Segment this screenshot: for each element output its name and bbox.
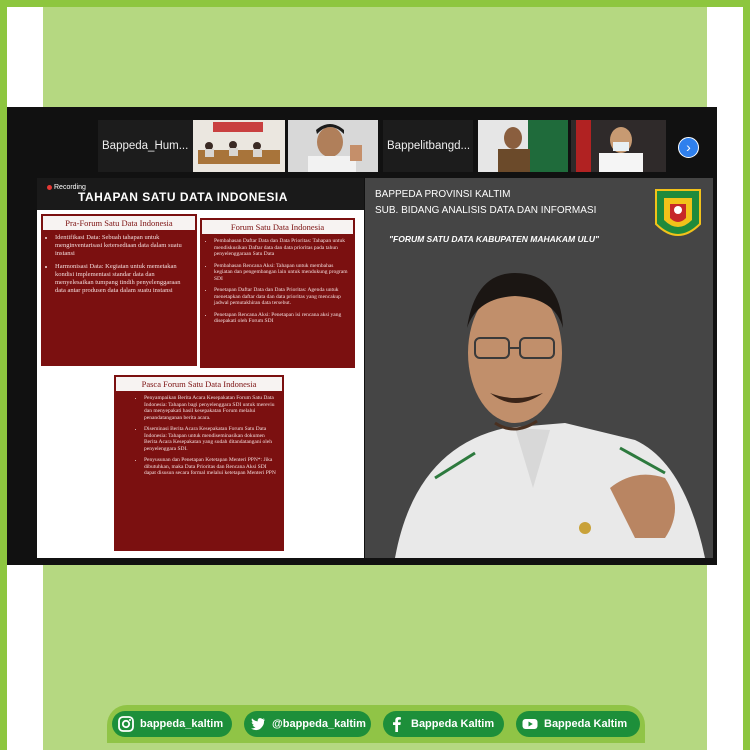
speaker-figure [395, 273, 705, 558]
twitter-handle: @bappeda_kaltim [272, 718, 366, 730]
pra-forum-item: Identifikasi Data: Sebuah tahapan untuk … [55, 234, 191, 258]
forum-box: Forum Satu Data Indonesia Pembahasan Daf… [200, 218, 355, 368]
shared-slide: Recording TAHAPAN SATU DATA INDONESIA Pr… [37, 178, 364, 558]
twitter-link[interactable]: @bappeda_kaltim [244, 711, 371, 737]
facebook-icon [393, 717, 401, 732]
facebook-link[interactable]: Bappeda Kaltim [383, 711, 504, 737]
forum-item: Penetapan Rencana Aksi: Penetapan isi re… [214, 312, 349, 325]
participant-video[interactable] [288, 120, 378, 172]
pra-forum-item: Harmonisasi Data: Kegiatan untuk memetak… [55, 263, 191, 295]
pra-forum-title: Pra-Forum Satu Data Indonesia [43, 216, 195, 230]
participant-tile[interactable]: Bappeda_Hum... [98, 120, 193, 172]
participant-name: Bappelitbangd... [387, 140, 471, 152]
forum-title: Forum Satu Data Indonesia [202, 220, 353, 234]
participant-name: Bappeda_Hum... [102, 140, 189, 152]
pasca-forum-item: Penyampaikan Berita Acara Kesepakatan Fo… [144, 395, 278, 421]
instagram-icon [118, 716, 134, 732]
social-bar: bappeda_kaltim @bappeda_kaltim Bappeda K… [107, 705, 645, 743]
participant-tile[interactable]: Bappelitbangd... [383, 120, 473, 172]
forum-item: Pembahasan Daftar Data dan Data Priorita… [214, 238, 349, 258]
youtube-link[interactable]: Bappeda Kaltim [516, 711, 640, 737]
slide-title: TAHAPAN SATU DATA INDONESIA [78, 190, 288, 204]
participant-selfie-video [288, 120, 378, 172]
pasca-forum-item: Diseminasi Berita Acara Kesepakatan Foru… [144, 426, 278, 452]
pasca-forum-title: Pasca Forum Satu Data Indonesia [116, 377, 282, 391]
slide-header: Recording TAHAPAN SATU DATA INDONESIA [37, 178, 364, 210]
facebook-page-name: Bappeda Kaltim [411, 718, 495, 730]
pasca-forum-item: Penyusunan dan Penetapan Ketetapan Mente… [144, 457, 278, 477]
pra-forum-box: Pra-Forum Satu Data Indonesia Identifika… [41, 214, 197, 366]
next-participants-button[interactable]: › [678, 137, 699, 158]
instagram-handle: bappeda_kaltim [140, 718, 224, 730]
participant-video[interactable] [193, 120, 285, 172]
youtube-channel-name: Bappeda Kaltim [544, 718, 628, 730]
twitter-icon [251, 718, 265, 731]
forum-item: Pembahasan Rencana Aksi: Tahapan untuk m… [214, 263, 349, 283]
frame-border-right [743, 0, 750, 750]
recording-dot-icon [47, 184, 52, 190]
frame-border-left [0, 0, 7, 750]
participant-strip: Bappeda_Hum... Bappelitbangd... › [8, 120, 713, 176]
instagram-link[interactable]: bappeda_kaltim [112, 711, 232, 737]
participant-mask-video [571, 120, 666, 172]
participant-video[interactable] [571, 120, 666, 172]
speaker-camera-view: BAPPEDA PROVINSI KALTIM SUB. BIDANG ANAL… [365, 178, 713, 558]
youtube-icon [522, 719, 538, 729]
forum-item: Penetapan Daftar Data dan Data Prioritas… [214, 287, 349, 307]
participant-uniform-video [478, 120, 568, 172]
participant-video[interactable] [478, 120, 568, 172]
meeting-room-video [193, 120, 285, 172]
chevron-right-icon: › [686, 139, 691, 155]
frame-border-top [0, 0, 750, 7]
pasca-forum-box: Pasca Forum Satu Data Indonesia Penyampa… [114, 375, 284, 551]
